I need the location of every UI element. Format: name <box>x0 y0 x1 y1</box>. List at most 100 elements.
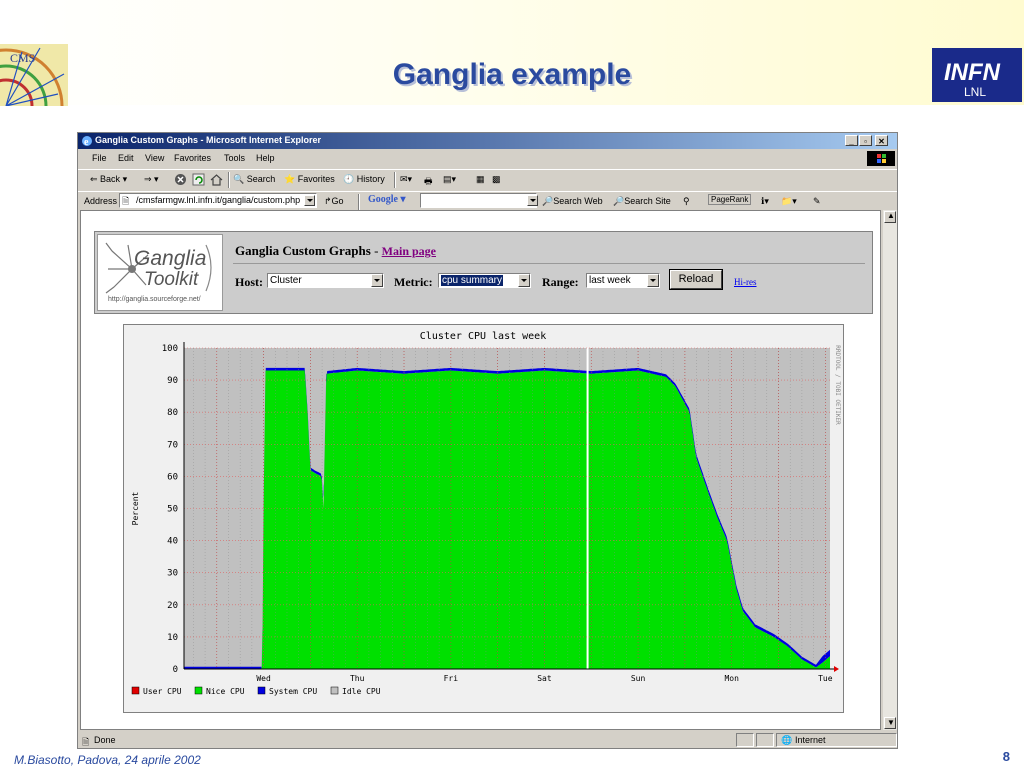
infn-logo: INFN LNL <box>932 48 1022 102</box>
legend-swatch <box>131 686 140 695</box>
window-title: Ganglia Custom Graphs - Microsoft Intern… <box>95 135 322 145</box>
range-select[interactable]: last week <box>586 273 660 288</box>
zone-text: Internet <box>795 735 826 745</box>
vertical-scrollbar[interactable]: ▲ ▼ <box>883 210 897 730</box>
chart-title: Cluster CPU last week <box>420 331 546 342</box>
toolbar-separator <box>228 172 230 188</box>
close-button[interactable]: ✕ <box>875 135 888 146</box>
menu-help[interactable]: Help <box>256 153 275 163</box>
slide-page-number: 8 <box>1002 749 1010 764</box>
y-axis-label: Percent <box>131 491 140 525</box>
google-dropdown-button[interactable] <box>527 195 538 206</box>
y-tick-label: 0 <box>173 665 178 675</box>
search-site-button[interactable]: 🔎Search Site <box>613 196 671 207</box>
discuss-icon[interactable]: ▦ <box>476 174 485 185</box>
menu-edit[interactable]: Edit <box>118 153 134 163</box>
y-tick-label: 90 <box>167 376 178 386</box>
history-label: History <box>356 174 385 184</box>
toolbar: ⇐ Back ▾ ⇒ ▾ 🔍 Search ⭐ Favorites 🕘 Hist… <box>78 169 897 190</box>
ganglia-logo-line2: Toolkit <box>144 269 199 290</box>
stop-icon[interactable] <box>174 173 187 186</box>
address-input[interactable]: 🗎 /cmsfarmgw.lnl.infn.it/ganglia/custom.… <box>119 193 317 208</box>
ganglia-logo-url: http://ganglia.sourceforge.net/ <box>108 296 201 303</box>
main-page-link[interactable]: Main page <box>382 244 436 258</box>
legend-swatch <box>194 686 203 695</box>
ganglia-title-text: Ganglia Custom Graphs <box>235 243 371 258</box>
svg-text:e: e <box>84 137 89 147</box>
page-info-icon[interactable]: ⚲ <box>683 196 690 207</box>
range-select-value: last week <box>589 275 631 286</box>
legend-label: User CPU <box>143 687 182 696</box>
host-select-arrow[interactable] <box>371 274 383 287</box>
legend-label: Idle CPU <box>342 687 381 696</box>
metric-select-value: cpu summary <box>439 274 505 287</box>
y-tick-label: 80 <box>167 408 178 418</box>
ganglia-page-title: Ganglia Custom Graphs - Main page <box>235 243 436 259</box>
host-select[interactable]: Cluster <box>267 273 384 288</box>
status-cell <box>756 733 774 747</box>
globe-icon: 🌐 <box>781 735 793 745</box>
ganglia-logo[interactable]: Ganglia Toolkit http://ganglia.sourcefor… <box>97 234 223 311</box>
print-icon[interactable]: 🖶 <box>424 174 433 190</box>
menu-view[interactable]: View <box>145 153 164 163</box>
x-tick-label: Sun <box>631 674 646 683</box>
y-tick-label: 70 <box>167 440 178 450</box>
go-button[interactable]: ↱Go <box>324 196 344 207</box>
address-dropdown-button[interactable] <box>304 195 315 206</box>
google-toolbar-button[interactable]: Google ▾ <box>368 194 406 205</box>
header-divider <box>233 263 865 264</box>
metric-select-arrow[interactable] <box>518 274 530 287</box>
x-tick-label: Wed <box>256 674 271 683</box>
metric-select[interactable]: cpu summary <box>438 273 531 288</box>
zone-cell: 🌐 Internet <box>776 733 897 747</box>
forward-button[interactable]: ⇒ ▾ <box>144 174 159 185</box>
x-tick-label: Mon <box>724 674 739 683</box>
scroll-down-button[interactable]: ▼ <box>884 717 896 729</box>
search-label: Search <box>246 174 276 184</box>
metric-label: Metric: <box>394 275 433 289</box>
ganglia-logo-line1: Ganglia <box>134 247 207 270</box>
window-titlebar[interactable]: e Ganglia Custom Graphs - Microsoft Inte… <box>78 133 897 149</box>
folder-icon[interactable]: 📁▾ <box>781 196 797 207</box>
history-button[interactable]: 🕘 History <box>343 174 385 185</box>
y-tick-label: 20 <box>167 601 178 611</box>
ie-icon: e <box>82 136 92 147</box>
mail-button[interactable]: ✉▾ <box>400 174 412 185</box>
legend-swatch <box>330 686 339 695</box>
status-cell <box>736 733 754 747</box>
pagerank-button[interactable]: PageRank <box>708 194 752 205</box>
home-icon[interactable] <box>210 173 223 186</box>
y-tick-label: 100 <box>162 344 178 354</box>
menu-tools[interactable]: Tools <box>224 153 245 163</box>
messenger-icon[interactable]: ▩ <box>492 174 501 185</box>
info-icon[interactable]: ℹ▾ <box>761 196 769 207</box>
search-web-button[interactable]: 🔎Search Web <box>542 196 603 207</box>
toolbar-separator <box>358 194 360 210</box>
search-button[interactable]: 🔍 Search <box>233 174 275 185</box>
minimize-button[interactable]: _ <box>845 135 858 146</box>
highlight-icon[interactable]: ✎ <box>813 196 821 207</box>
y-tick-label: 30 <box>167 569 178 579</box>
range-select-arrow[interactable] <box>647 274 659 287</box>
google-search-input[interactable] <box>420 193 537 208</box>
edit-button[interactable]: ▤▾ <box>443 174 456 185</box>
google-label: Google <box>368 194 398 205</box>
legend-swatch <box>257 686 266 695</box>
restore-button[interactable]: ▫ <box>859 135 872 146</box>
page-viewport: Ganglia Toolkit http://ganglia.sourcefor… <box>80 210 881 730</box>
rrdtool-credit: RRDTOOL / TOBI OETIKER <box>834 345 841 425</box>
menu-file[interactable]: File <box>92 153 107 163</box>
status-text: Done <box>94 735 116 745</box>
address-bar: Address 🗎 /cmsfarmgw.lnl.infn.it/ganglia… <box>78 191 897 210</box>
reload-button[interactable]: Reload <box>669 269 723 290</box>
hi-res-link[interactable]: Hi-res <box>734 277 757 287</box>
menu-favorites[interactable]: Favorites <box>174 153 211 163</box>
scroll-up-button[interactable]: ▲ <box>884 211 896 223</box>
x-tick-label: Sat <box>537 674 552 683</box>
favorites-button[interactable]: ⭐ Favorites <box>284 174 335 185</box>
slide-title: Ganglia example <box>392 58 632 91</box>
refresh-icon[interactable] <box>192 173 205 186</box>
windows-logo <box>867 151 895 166</box>
back-button[interactable]: ⇐ Back ▾ <box>90 174 127 185</box>
y-tick-label: 10 <box>167 633 178 643</box>
